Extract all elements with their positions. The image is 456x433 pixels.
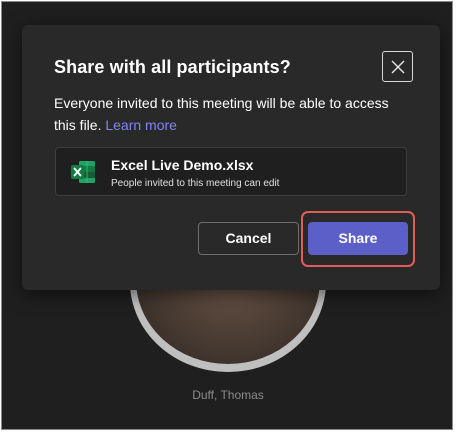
file-permission-note: People invited to this meeting can edit	[111, 178, 280, 189]
excel-file-icon	[71, 161, 95, 183]
share-button[interactable]: Share	[308, 222, 408, 255]
cancel-button[interactable]: Cancel	[198, 222, 299, 255]
close-icon	[391, 60, 405, 74]
file-name: Excel Live Demo.xlsx	[111, 157, 254, 173]
share-dialog: Share with all participants? Everyone in…	[22, 25, 440, 290]
participant-name: Duff, Thomas	[192, 388, 264, 402]
learn-more-link[interactable]: Learn more	[105, 117, 177, 133]
dialog-title: Share with all participants?	[54, 57, 291, 77]
meeting-window: Duff, Thomas Share with all participants…	[1, 1, 453, 430]
close-button[interactable]	[382, 51, 413, 82]
file-card: Excel Live Demo.xlsx People invited to t…	[55, 147, 407, 196]
dialog-body: Everyone invited to this meeting will be…	[54, 92, 414, 136]
